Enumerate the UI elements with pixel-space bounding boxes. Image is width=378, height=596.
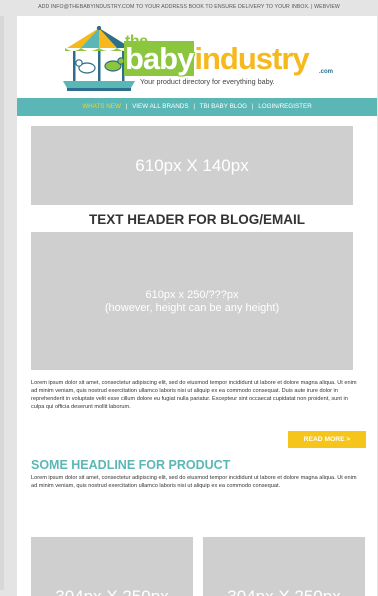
product-left-label: 304px X 250px (55, 587, 168, 596)
nav-separator: | (193, 103, 195, 110)
nav-view-all-brands[interactable]: VIEW ALL BRANDS (132, 103, 188, 110)
blog-placeholder-label: 610px x 250/???px (145, 289, 239, 301)
email-container: the babyindustry .com Your product direc… (17, 16, 377, 596)
preheader-bar: ADD INFO@THEBABYINDUSTRY.COM TO YOUR ADD… (0, 0, 378, 14)
left-gutter (0, 16, 4, 590)
product-image-right-placeholder[interactable]: 304px X 250px (203, 537, 365, 596)
header: the babyindustry .com Your product direc… (17, 16, 377, 96)
brand-wordmark: babyindustry (124, 41, 310, 76)
nav-login-register[interactable]: LOGIN/REGISTER (258, 103, 312, 110)
blog-body-text: Lorem ipsum dolor sit amet, consectetur … (31, 380, 357, 410)
product-right-label: 304px X 250px (227, 587, 340, 596)
blog-title: TEXT HEADER FOR BLOG/EMAIL (89, 212, 305, 227)
product-image-left-placeholder[interactable]: 304px X 250px (31, 537, 193, 596)
nav-tbi-baby-blog[interactable]: TBI BABY BLOG (200, 103, 247, 110)
nav-whats-new[interactable]: WHATS NEW (82, 103, 121, 110)
blog-placeholder-note: (however, height can be any height) (104, 302, 280, 314)
tagline: Your product directory for everything ba… (140, 77, 275, 86)
nav-separator: | (125, 103, 128, 110)
blog-image-placeholder: 610px x 250/???px (however, height can b… (31, 232, 353, 370)
brand-industry: industry (194, 41, 309, 76)
product-body-text: Lorem ipsum dolor sit amet, consectetur … (31, 475, 357, 489)
hero-image-placeholder: 610px X 140px (31, 126, 353, 205)
read-more-button[interactable]: READ MORE > (288, 431, 366, 448)
brand-com: .com (319, 69, 334, 75)
preheader-text[interactable]: ADD INFO@THEBABYINDUSTRY.COM TO YOUR ADD… (38, 4, 340, 10)
hero-placeholder-label: 610px X 140px (135, 156, 249, 175)
brand-baby: baby (124, 41, 194, 76)
nav-separator: | (251, 103, 254, 110)
nav-bar: WHATS NEW | VIEW ALL BRANDS | TBI BABY B… (17, 98, 377, 116)
product-headline: SOME HEADLINE FOR PRODUCT (31, 458, 231, 472)
